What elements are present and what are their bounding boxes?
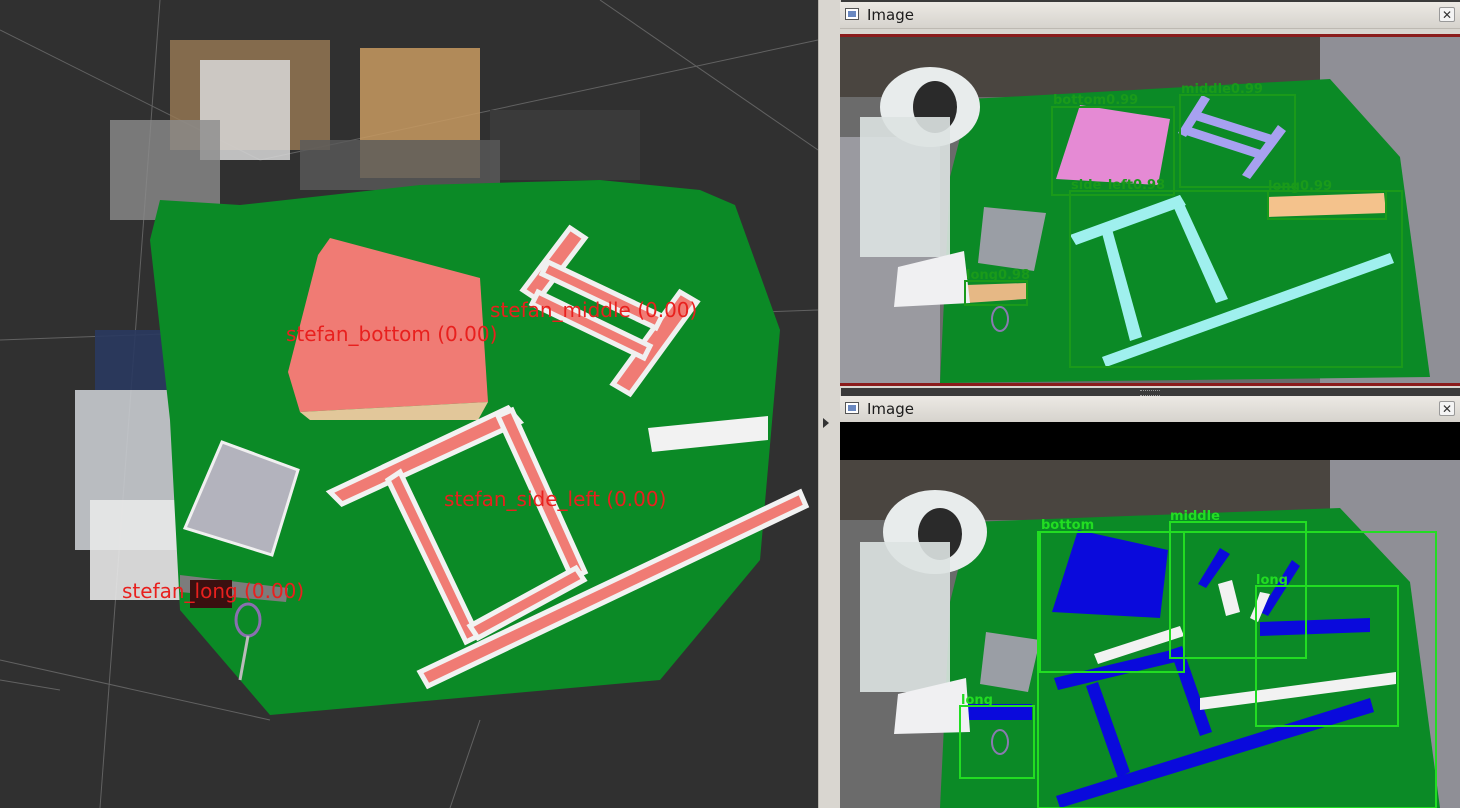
label-stefan-middle: stefan_middle (0.00): [490, 298, 697, 322]
detection-label-long-2: long0.98: [966, 268, 1030, 283]
label-stefan-side-left: stefan_side_left (0.00): [444, 487, 666, 511]
window-titlebar[interactable]: Image ✕: [840, 2, 1460, 29]
panel-splitter[interactable]: [818, 0, 841, 808]
seg-label-middle: middle: [1170, 509, 1220, 524]
detection-label-middle: middle0.99: [1181, 82, 1263, 97]
window-titlebar[interactable]: Image ✕: [840, 396, 1460, 423]
label-stefan-long: stefan_long (0.00): [122, 579, 304, 603]
window-title: Image: [867, 400, 914, 418]
image-icon: [845, 402, 859, 414]
close-button[interactable]: ✕: [1439, 401, 1455, 416]
detection-label-side-left: side_left0.98: [1071, 178, 1165, 193]
collapse-arrow-icon[interactable]: [823, 418, 829, 428]
detection-label-long-1: long0.99: [1268, 179, 1332, 194]
window-title: Image: [867, 6, 914, 24]
segmentation-image: bottom middle long long: [840, 422, 1460, 808]
detection-image: bottom0.99 middle0.99 side_left0.98 long…: [840, 34, 1460, 386]
3d-viewport[interactable]: stefan_bottom (0.00) stefan_middle (0.00…: [0, 0, 818, 808]
segmentation-image-svg: bottom middle long long: [840, 422, 1460, 808]
detection-image-svg: bottom0.99 middle0.99 side_left0.98 long…: [840, 37, 1460, 383]
detection-label-bottom: bottom0.99: [1053, 93, 1138, 108]
seg-label-long-1: long: [1256, 573, 1288, 588]
image-icon: [845, 8, 859, 20]
point-cloud-render: stefan_bottom (0.00) stefan_middle (0.00…: [0, 0, 818, 808]
label-stefan-bottom: stefan_bottom (0.00): [286, 322, 497, 346]
close-button[interactable]: ✕: [1439, 7, 1455, 22]
image-window-top: Image ✕ bottom0.99 middle0.99 side_left0…: [840, 2, 1460, 388]
seg-label-long-2: long: [961, 693, 993, 708]
seg-label-bottom: bottom: [1041, 518, 1094, 533]
image-window-bottom: Image ✕ bottom middle long long: [840, 396, 1460, 808]
